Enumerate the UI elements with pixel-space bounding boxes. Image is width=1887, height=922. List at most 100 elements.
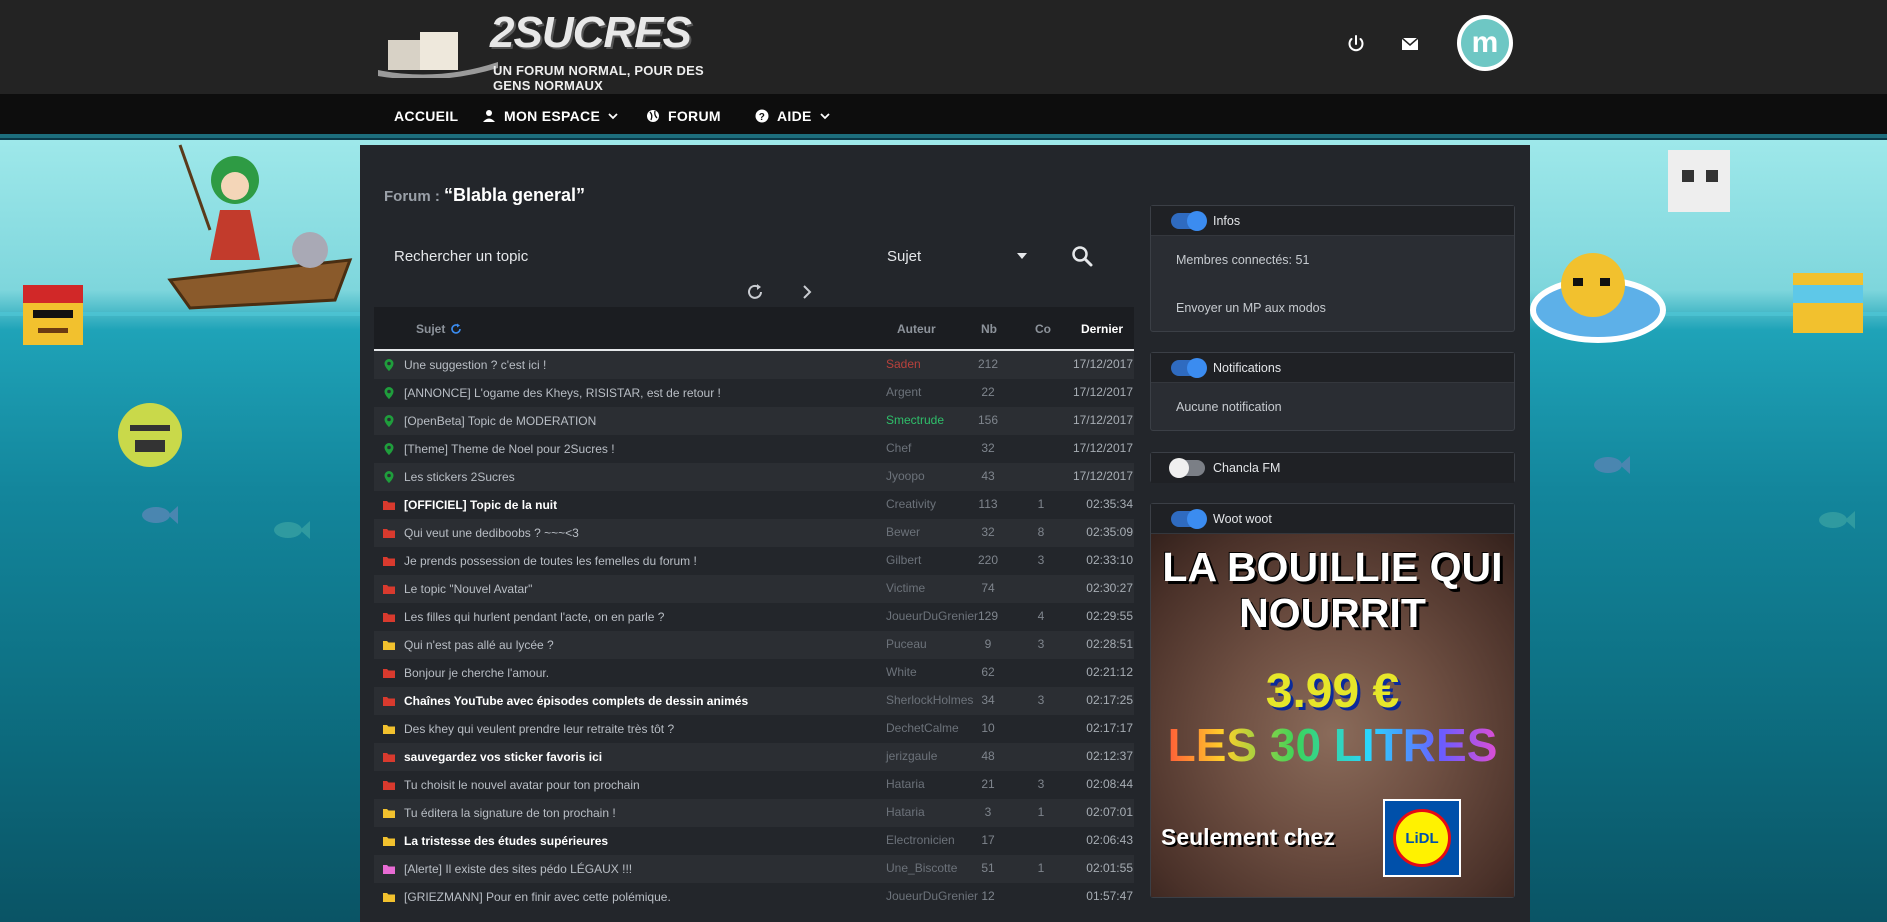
table-row[interactable]: Les filles qui hurlent pendant l'acte, o…: [374, 603, 1134, 631]
table-row[interactable]: [Alerte] Il existe des sites pédo LÉGAUX…: [374, 855, 1134, 883]
topic-subject[interactable]: Chaînes YouTube avec épisodes complets d…: [404, 694, 748, 708]
table-row[interactable]: Je prends possession de toutes les femel…: [374, 547, 1134, 575]
topic-author[interactable]: Creativity: [886, 497, 936, 511]
nav-forum[interactable]: FORUM: [646, 108, 721, 124]
topic-message-count: 32: [981, 525, 995, 539]
power-icon[interactable]: [1346, 34, 1366, 54]
table-row[interactable]: Qui n'est pas allé au lycée ? Puceau 9 3 02:…: [374, 631, 1134, 659]
breadcrumb-prefix: Forum :: [384, 188, 440, 205]
topic-subject[interactable]: sauvegardez vos sticker favoris ici: [404, 750, 602, 764]
topic-subject[interactable]: Tu éditera la signature de ton prochain …: [404, 806, 616, 820]
site-logo[interactable]: 2SUCRES UN FORUM NORMAL, POUR DES GENS N…: [378, 8, 738, 93]
topic-subject[interactable]: [Alerte] Il existe des sites pédo LÉGAUX…: [404, 862, 632, 876]
topic-author[interactable]: Argent: [886, 385, 921, 399]
topic-author[interactable]: SherlockHolmes: [886, 693, 973, 707]
topic-author[interactable]: Puceau: [886, 637, 927, 651]
pixel-smiley-drowning: [118, 403, 182, 467]
topic-author[interactable]: Smectrude: [886, 413, 944, 427]
topic-author[interactable]: Jyoopo: [886, 469, 925, 483]
topic-subject[interactable]: Les stickers 2Sucres: [404, 470, 515, 484]
table-row[interactable]: [OpenBeta] Topic de MODERATION Smectrude 1…: [374, 407, 1134, 435]
topic-subject[interactable]: [OFFICIEL] Topic de la nuit: [404, 498, 557, 512]
search-icon[interactable]: [1070, 244, 1094, 268]
advertisement-image[interactable]: LA BOUILLIE QUI NOURRIT 3.99 € LES 30 LI…: [1151, 534, 1514, 897]
topic-author[interactable]: Hataria: [886, 805, 925, 819]
table-row[interactable]: Chaînes YouTube avec épisodes complets d…: [374, 687, 1134, 715]
table-row[interactable]: Bonjour je cherche l'amour. White 62 02:21:…: [374, 659, 1134, 687]
table-row[interactable]: Le topic "Nouvel Avatar" Victime 74 02:30:2…: [374, 575, 1134, 603]
topic-author[interactable]: Hataria: [886, 777, 925, 791]
topic-author[interactable]: Chef: [886, 441, 911, 455]
mail-icon[interactable]: [1400, 34, 1420, 54]
topic-subject[interactable]: [ANNONCE] L'ogame des Kheys, RISISTAR, e…: [404, 386, 721, 400]
topic-subject[interactable]: Les filles qui hurlent pendant l'acte, o…: [404, 610, 664, 624]
nav-home[interactable]: ACCUEIL: [394, 108, 458, 124]
table-row[interactable]: [ANNONCE] L'ogame des Kheys, RISISTAR, e…: [374, 379, 1134, 407]
send-mp-link[interactable]: Envoyer un MP aux modos: [1176, 301, 1326, 315]
col-co[interactable]: Co: [1035, 322, 1051, 336]
boat-fisher-illustration: [167, 144, 353, 310]
topic-author[interactable]: White: [886, 665, 917, 679]
topic-author[interactable]: JoueurDuGrenier: [886, 889, 978, 903]
topic-last-date: 02:01:55: [1086, 861, 1133, 875]
topic-subject[interactable]: Qui n'est pas allé au lycée ?: [404, 638, 554, 652]
topic-subject[interactable]: Une suggestion ? c'est ici !: [404, 358, 546, 372]
topic-subject[interactable]: [OpenBeta] Topic de MODERATION: [404, 414, 596, 428]
topic-message-count: 212: [977, 357, 999, 371]
refresh-icon[interactable]: [745, 282, 765, 302]
topic-subject[interactable]: Le topic "Nouvel Avatar": [404, 582, 532, 596]
table-row[interactable]: Tu choisit le nouvel avatar pour ton pro…: [374, 771, 1134, 799]
topic-subject[interactable]: Je prends possession de toutes les femel…: [404, 554, 697, 568]
chevron-right-icon[interactable]: [797, 282, 817, 302]
pin-icon: [384, 443, 394, 455]
topic-subject[interactable]: Bonjour je cherche l'amour.: [404, 666, 549, 680]
user-avatar[interactable]: m: [1457, 15, 1513, 71]
topic-last-date: 02:35:34: [1086, 497, 1133, 511]
topic-subject[interactable]: La tristesse des études supérieures: [404, 834, 608, 848]
widget-title: Woot woot: [1213, 512, 1272, 526]
widget-title: Infos: [1213, 214, 1241, 228]
table-row[interactable]: Qui veut une dediboobs ? ~~~<3 Bewer 32 8 02…: [374, 519, 1134, 547]
topic-message-count: 43: [981, 469, 995, 483]
woot-toggle[interactable]: [1171, 509, 1207, 529]
topic-author[interactable]: Bewer: [886, 525, 920, 539]
nav-help[interactable]: ? AIDE: [755, 108, 830, 124]
pin-icon: [384, 415, 394, 427]
infos-toggle[interactable]: [1171, 211, 1207, 231]
col-subject[interactable]: Sujet: [416, 322, 462, 336]
topic-subject[interactable]: Des khey qui veulent prendre leur retrai…: [404, 722, 674, 736]
topic-subject[interactable]: [Theme] Theme de Noel pour 2Sucres !: [404, 442, 615, 456]
topic-subject[interactable]: Qui veut une dediboobs ? ~~~<3: [404, 526, 579, 540]
notifications-toggle[interactable]: [1171, 358, 1207, 378]
radio-toggle[interactable]: [1169, 458, 1205, 478]
table-row[interactable]: Une suggestion ? c'est ici ! Saden 212 17/1…: [374, 351, 1134, 379]
table-row[interactable]: Des khey qui veulent prendre leur retrai…: [374, 715, 1134, 743]
topic-author[interactable]: jerizgaule: [886, 749, 937, 763]
topic-subject[interactable]: Tu choisit le nouvel avatar pour ton pro…: [404, 778, 640, 792]
topic-subject[interactable]: [GRIEZMANN] Pour en finir avec cette pol…: [404, 890, 671, 904]
table-row[interactable]: [OFFICIEL] Topic de la nuit Creativity 113…: [374, 491, 1134, 519]
nav-my-space[interactable]: MON ESPACE: [482, 108, 618, 124]
col-nb[interactable]: Nb: [981, 322, 997, 336]
topic-author[interactable]: Saden: [886, 357, 921, 371]
topic-author[interactable]: DechetCalme: [886, 721, 959, 735]
topic-author[interactable]: Electronicien: [886, 833, 955, 847]
topic-author[interactable]: Victime: [886, 581, 925, 595]
topic-author[interactable]: JoueurDuGrenier: [886, 609, 978, 623]
topic-last-date: 02:08:44: [1086, 777, 1133, 791]
topic-author[interactable]: Gilbert: [886, 553, 921, 567]
topic-last-date: 02:17:17: [1086, 721, 1133, 735]
table-row[interactable]: sauvegardez vos sticker favoris ici jeriz…: [374, 743, 1134, 771]
search-field-select[interactable]: Sujet: [887, 248, 1027, 265]
search-input[interactable]: Rechercher un topic: [394, 248, 528, 265]
table-row[interactable]: Les stickers 2Sucres Jyoopo 43 17/12/2017: [374, 463, 1134, 491]
col-last[interactable]: Dernier: [1081, 322, 1123, 336]
topic-last-date: 02:35:09: [1086, 525, 1133, 539]
table-row[interactable]: Tu éditera la signature de ton prochain …: [374, 799, 1134, 827]
table-row[interactable]: [Theme] Theme de Noel pour 2Sucres ! Chef…: [374, 435, 1134, 463]
topic-last-date: 02:28:51: [1086, 637, 1133, 651]
col-author[interactable]: Auteur: [897, 322, 936, 336]
table-row[interactable]: La tristesse des études supérieures Elect…: [374, 827, 1134, 855]
topic-author[interactable]: Une_Biscotte: [886, 861, 957, 875]
table-row[interactable]: [GRIEZMANN] Pour en finir avec cette pol…: [374, 883, 1134, 911]
